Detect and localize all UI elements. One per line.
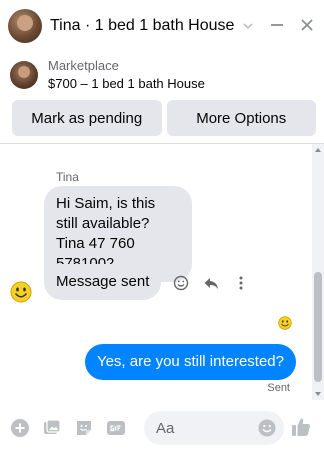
like-button[interactable]	[290, 416, 312, 438]
more-actions-button[interactable]	[10, 418, 30, 438]
reply-icon	[204, 278, 218, 289]
listing-label: Marketplace	[48, 58, 119, 73]
minimize-button[interactable]	[266, 14, 288, 36]
header-actions	[266, 14, 318, 36]
message-status: Sent	[267, 382, 290, 394]
close-icon	[301, 19, 313, 31]
incoming-message[interactable]: Message sent	[44, 264, 162, 300]
contact-avatar[interactable]	[8, 9, 42, 43]
sticker-icon	[77, 421, 91, 435]
chat-title[interactable]: Tina · 1 bed 1 bath House	[50, 17, 234, 35]
mark-as-pending-button[interactable]: Mark as pending	[12, 100, 162, 136]
sender-name: Tina	[56, 170, 79, 184]
message-thread[interactable]: Tina Hi Saim, is this still available? T…	[0, 144, 310, 400]
message-input-wrap	[142, 411, 284, 445]
gif-button[interactable]	[106, 418, 126, 438]
thread-scrollbar[interactable]	[312, 144, 324, 400]
listing-title: $700 – 1 bed 1 bath House	[48, 76, 205, 91]
photo-icon	[44, 419, 61, 434]
message-tools	[172, 274, 250, 292]
message-composer	[0, 400, 324, 456]
attach-photo-button[interactable]	[42, 418, 62, 438]
more-vertical-icon	[239, 276, 243, 290]
sticker-button[interactable]	[74, 418, 94, 438]
close-button[interactable]	[296, 14, 318, 36]
more-options-icon-button[interactable]	[232, 274, 250, 292]
chat-header: Tina · 1 bed 1 bath House	[0, 0, 324, 52]
chevron-down-icon[interactable]	[240, 18, 256, 34]
minimize-icon	[271, 24, 283, 26]
listing-actions: Mark as pending More Options	[12, 100, 316, 136]
listing-info: Marketplace $700 – 1 bed 1 bath House	[48, 57, 205, 93]
listing-avatar	[10, 61, 38, 89]
reply-button[interactable]	[202, 274, 220, 292]
marketplace-listing[interactable]: Marketplace $700 – 1 bed 1 bath House	[0, 52, 324, 98]
scrollbar-thumb[interactable]	[314, 272, 322, 382]
emoji-icon[interactable]	[258, 419, 276, 437]
react-button[interactable]	[172, 274, 190, 292]
scroll-down-arrow[interactable]	[315, 392, 321, 396]
more-options-button[interactable]: More Options	[166, 100, 316, 136]
scroll-up-arrow[interactable]	[315, 148, 321, 152]
plus-circle-icon	[11, 419, 29, 437]
smiley-icon	[173, 275, 189, 291]
sender-emoji-avatar	[10, 281, 32, 303]
seen-emoji-icon	[278, 316, 292, 330]
outgoing-message[interactable]: Yes, are you still interested?	[84, 344, 296, 380]
gif-icon	[107, 421, 125, 435]
